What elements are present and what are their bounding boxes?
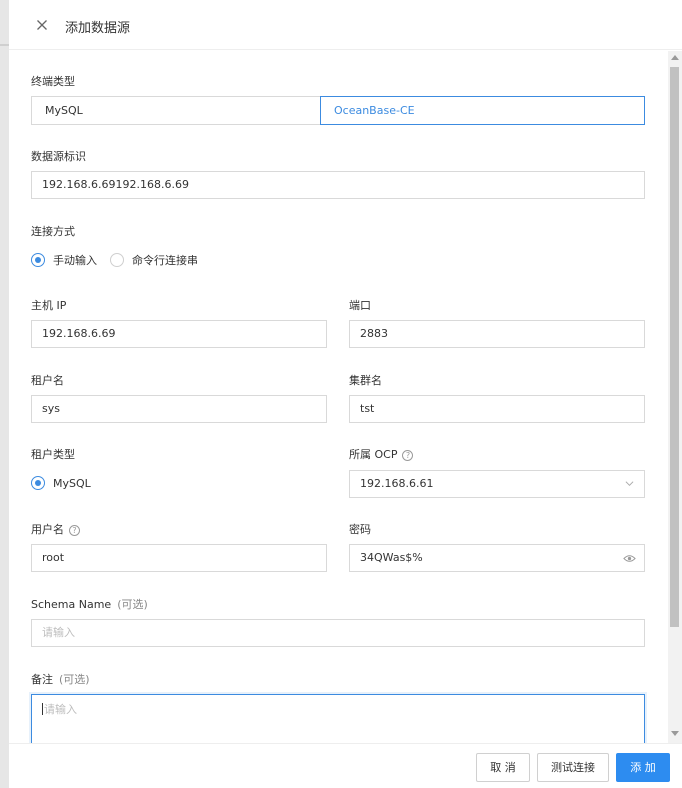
scroll-up-arrow[interactable] (671, 55, 679, 60)
host-ip-input[interactable]: 192.168.6.69 (31, 320, 327, 348)
add-button[interactable]: 添 加 (616, 753, 670, 782)
drawer-title: 添加数据源 (65, 21, 131, 36)
cancel-button[interactable]: 取 消 (476, 753, 530, 782)
connection-method-label: 连接方式 (31, 225, 75, 238)
datasource-id-label: 数据源标识 (31, 150, 86, 163)
port-label: 端口 (349, 299, 371, 312)
password-label: 密码 (349, 523, 371, 536)
datasource-id-input[interactable]: 192.168.6.69192.168.6.69 (31, 171, 645, 199)
drawer-footer: 取 消 测试连接 添 加 (9, 743, 682, 788)
username-label: 用户名? (31, 521, 80, 537)
ocp-select[interactable]: 192.168.6.61 (349, 470, 645, 498)
scrollbar-thumb[interactable] (670, 67, 679, 627)
tenant-name-label: 租户名 (31, 374, 64, 387)
close-icon[interactable] (34, 17, 50, 33)
form-scroll-area: 终端类型 MySQL OceanBase-CE 数据源标识 192.168.6.… (9, 51, 668, 743)
scroll-down-arrow[interactable] (671, 731, 679, 736)
schema-name-input[interactable]: 请输入 (31, 619, 645, 647)
add-datasource-drawer: 添加数据源 终端类型 MySQL OceanBase-CE 数据源标识 192.… (9, 0, 682, 788)
help-icon[interactable]: ? (69, 525, 80, 536)
tenant-type-label: 租户类型 (31, 448, 75, 461)
tenant-name-input[interactable]: sys (31, 395, 327, 423)
connection-method-cli-radio[interactable]: 命令行连接串 (110, 252, 198, 268)
connection-method-manual-radio[interactable]: 手动输入 (31, 252, 97, 268)
cluster-name-label: 集群名 (349, 374, 382, 387)
password-input[interactable]: 34QWas$% (349, 544, 645, 572)
terminal-type-option-mysql[interactable]: MySQL (31, 96, 321, 125)
page-backdrop-edge (0, 0, 9, 788)
terminal-type-label: 终端类型 (31, 75, 75, 88)
terminal-type-option-oceanbase[interactable]: OceanBase-CE (320, 96, 645, 125)
port-input[interactable]: 2883 (349, 320, 645, 348)
help-icon[interactable]: ? (402, 450, 414, 461)
remark-label: 备注 (可选) (31, 673, 90, 686)
remark-textarea[interactable]: 请输入 (31, 694, 645, 743)
test-connection-button[interactable]: 测试连接 (537, 753, 609, 782)
schema-name-label: Schema Name (可选) (31, 598, 148, 611)
eye-icon[interactable] (623, 553, 636, 564)
chevron-down-icon (625, 481, 634, 487)
ocp-label: 所属 OCP? (349, 446, 414, 462)
tenant-type-mysql-radio[interactable]: MySQL (31, 476, 91, 490)
host-ip-label: 主机 IP (31, 299, 67, 312)
form-scrollbar[interactable] (668, 51, 682, 743)
cluster-name-input[interactable]: tst (349, 395, 645, 423)
username-input[interactable]: root (31, 544, 327, 572)
drawer-header: 添加数据源 (9, 0, 682, 50)
